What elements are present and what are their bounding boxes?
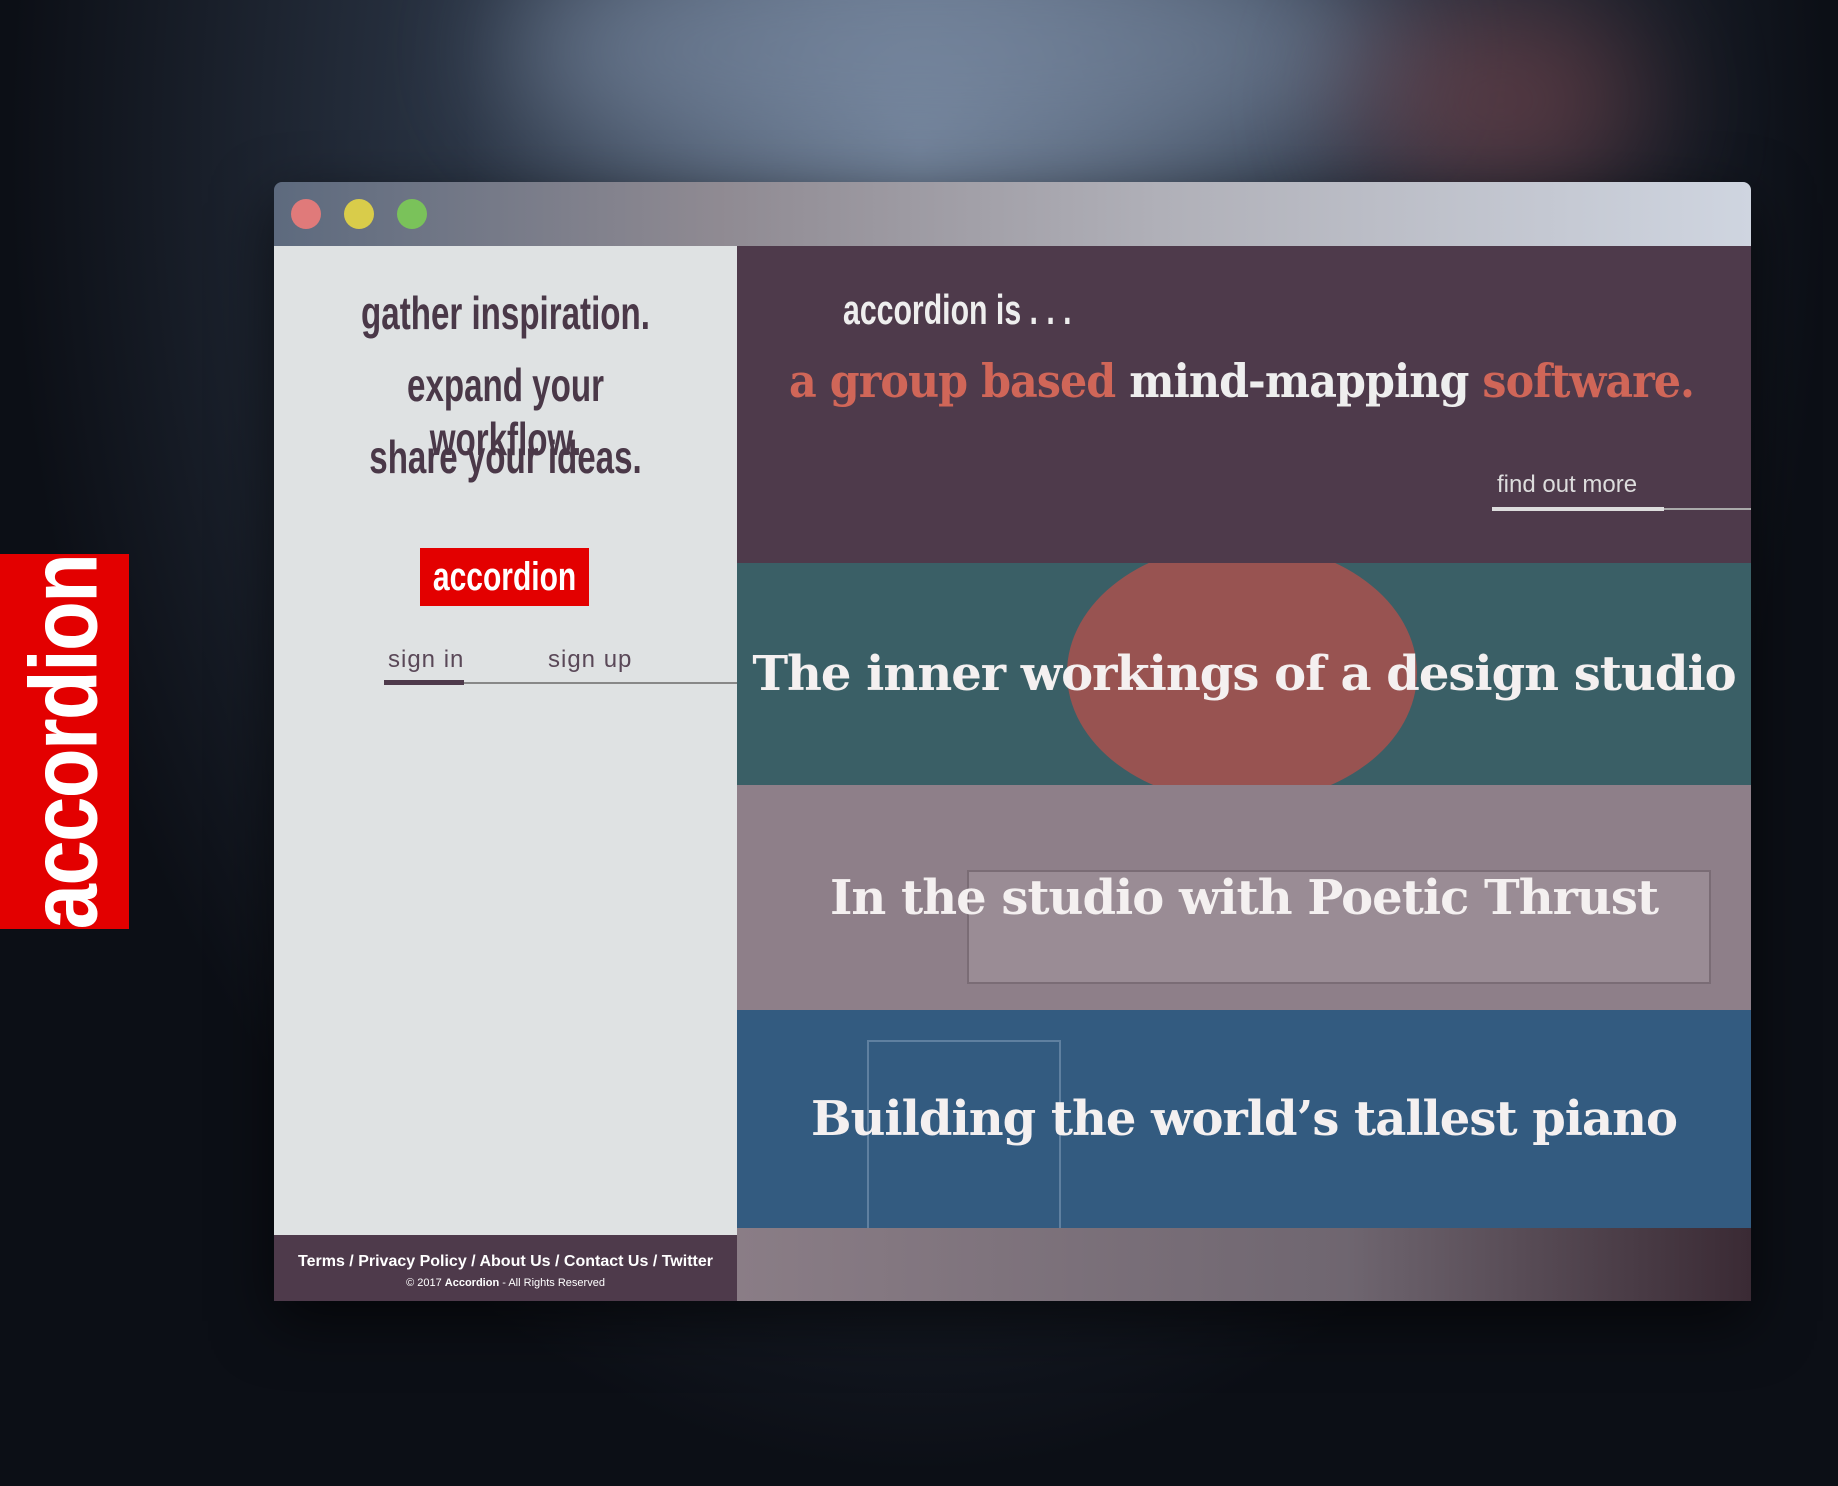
article-card[interactable]: In the studio with Poetic Thrust: [737, 785, 1751, 1010]
footer-link-privacy[interactable]: Privacy Policy: [358, 1253, 467, 1270]
article-title: Building the world’s tallest piano: [810, 1091, 1678, 1147]
find-out-more-underline: [1492, 507, 1751, 511]
article-card[interactable]: The inner workings of a design studio: [737, 563, 1751, 785]
left-panel: gather inspiration. expand your workflow…: [274, 246, 737, 1301]
auth-tabs: sign in sign up: [274, 646, 737, 686]
copyright: © 2017 Accordion - All Rights Reserved: [274, 1277, 737, 1289]
tagline: gather inspiration.: [361, 287, 650, 339]
find-out-more-link[interactable]: find out more: [1497, 471, 1637, 499]
minimize-button[interactable]: [344, 199, 374, 229]
separator: /: [550, 1253, 564, 1270]
copyright-brand: Accordion: [444, 1277, 500, 1289]
article-title: In the studio with Poetic Thrust: [829, 869, 1659, 926]
headline-part: a group based: [789, 354, 1116, 408]
copyright-suffix: - All Rights Reserved: [499, 1277, 605, 1289]
side-logo-text: accordion: [10, 554, 118, 929]
tab-sign-in[interactable]: sign in: [388, 646, 464, 674]
browser-window: gather inspiration. expand your workflow…: [274, 182, 1751, 1301]
hero-headline: a group based mind-mapping software.: [789, 354, 1695, 408]
tab-sign-up[interactable]: sign up: [548, 646, 632, 674]
hero: accordion is . . . a group based mind-ma…: [737, 246, 1751, 563]
hero-intro: accordion is . . .: [843, 286, 1072, 333]
article-card[interactable]: Building the world’s tallest piano: [737, 1010, 1751, 1228]
footer-link-contact[interactable]: Contact Us: [564, 1253, 648, 1270]
headline-part: software.: [1482, 354, 1695, 408]
close-button[interactable]: [291, 199, 321, 229]
separator: /: [344, 1253, 359, 1270]
separator: /: [466, 1253, 480, 1270]
footer-link-terms[interactable]: Terms: [298, 1253, 345, 1270]
tagline: share your ideas.: [369, 431, 642, 483]
footer-link-twitter[interactable]: Twitter: [662, 1253, 713, 1270]
maximize-button[interactable]: [397, 199, 427, 229]
footer: Terms / Privacy Policy / About Us / Cont…: [274, 1235, 737, 1301]
article-card[interactable]: [737, 1228, 1751, 1301]
logo[interactable]: accordion: [420, 548, 589, 606]
background-blur: [1350, 0, 1650, 200]
active-tab-indicator: [384, 680, 464, 685]
article-title: The inner workings of a design studio: [752, 646, 1736, 702]
footer-link-about[interactable]: About Us: [479, 1253, 550, 1270]
background-blur: [500, 0, 1400, 180]
side-logo: accordion: [0, 554, 129, 929]
logo-text: accordion: [432, 554, 577, 599]
separator: /: [648, 1253, 662, 1270]
right-panel: accordion is . . . a group based mind-ma…: [737, 246, 1751, 1301]
headline-part: mind-mapping: [1115, 354, 1483, 408]
titlebar: [274, 182, 1751, 246]
copyright-prefix: © 2017: [406, 1277, 445, 1289]
